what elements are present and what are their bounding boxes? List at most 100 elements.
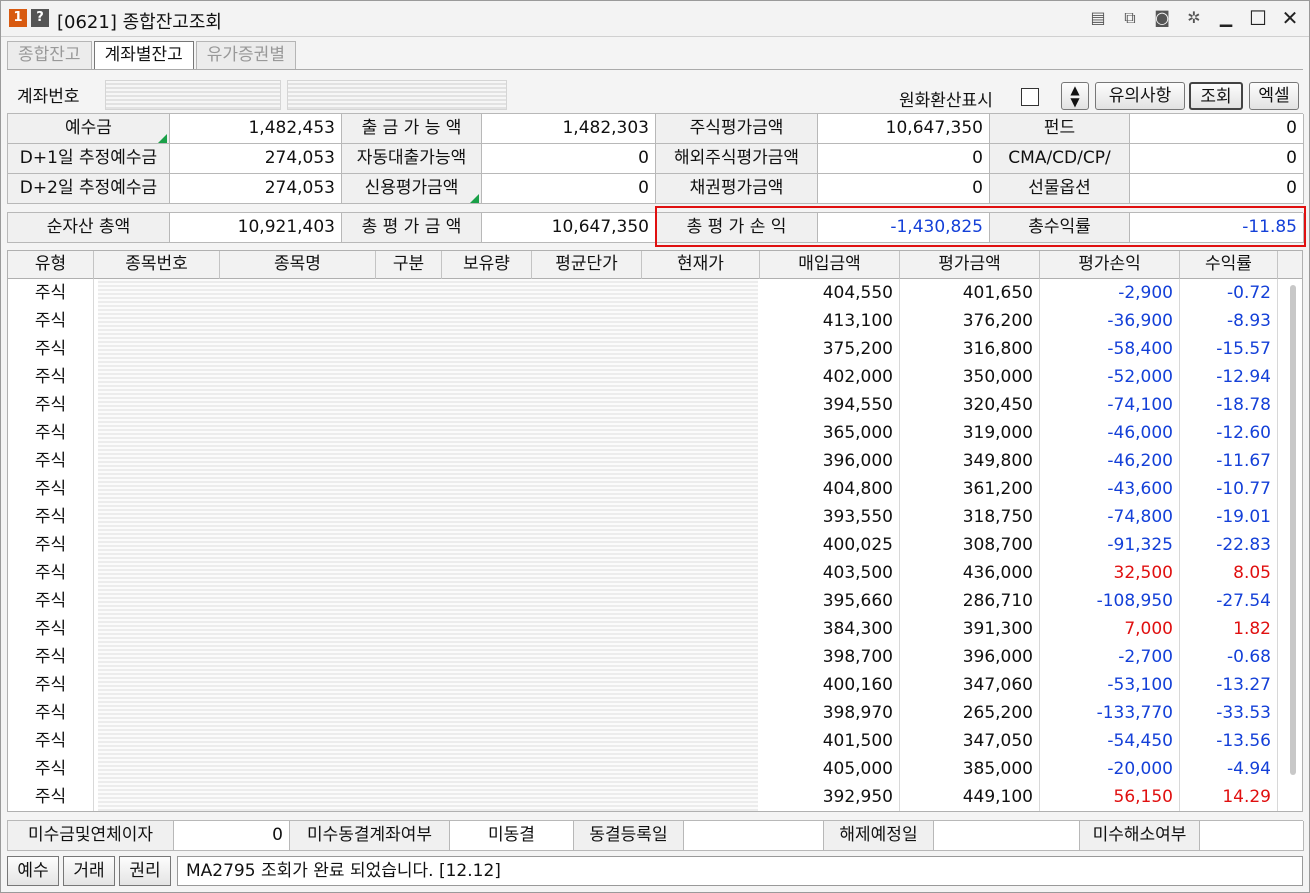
- deposit-button[interactable]: 예수: [7, 856, 59, 886]
- maximize-icon[interactable]: ☐: [1247, 7, 1269, 29]
- table-row[interactable]: 주식 404,800 361,200 -43,600 -10.77: [8, 475, 1278, 503]
- cell-type: 주식: [8, 727, 94, 755]
- table-row[interactable]: 주식 400,160 347,060 -53,100 -13.27: [8, 671, 1278, 699]
- table-row[interactable]: 주식 392,950 449,100 56,150 14.29: [8, 783, 1278, 811]
- table-row[interactable]: 주식 404,550 401,650 -2,900 -0.72: [8, 279, 1278, 307]
- holdings-header: 유형 종목번호 종목명 구분 보유량 평균단가 현재가 매입금액 평가금액 평가…: [8, 251, 1302, 279]
- table-row[interactable]: 주식 401,500 347,050 -54,450 -13.56: [8, 727, 1278, 755]
- excel-button[interactable]: 엑셀: [1249, 82, 1299, 110]
- deposit-detail-marker[interactable]: [158, 134, 167, 143]
- table-row[interactable]: 주식 384,300 391,300 7,000 1.82: [8, 615, 1278, 643]
- cell-pl: -74,100: [1040, 391, 1180, 419]
- cell-type: 주식: [8, 643, 94, 671]
- notice-button[interactable]: 유의사항: [1095, 82, 1185, 110]
- scroll-updown-button[interactable]: ▲ ▼: [1061, 82, 1089, 110]
- cell-buy-amount: 384,300: [760, 615, 900, 643]
- cell-eval-amount: 401,650: [900, 279, 1040, 307]
- cell-pl: -54,450: [1040, 727, 1180, 755]
- tab-account-balance[interactable]: 계좌별잔고: [93, 41, 194, 69]
- stock-eval-value: 10,647,350: [818, 114, 990, 144]
- title-bar[interactable]: 1 ? [0621] 종합잔고조회 ▤ ⧉ ◙ ✲ ▁ ☐ ✕: [1, 1, 1309, 37]
- cell-buy-amount: 398,970: [760, 699, 900, 727]
- table-scrollbar[interactable]: [1290, 285, 1296, 775]
- cell-eval-amount: 319,000: [900, 419, 1040, 447]
- tab-total-balance[interactable]: 종합잔고: [7, 41, 92, 69]
- cell-pl: -36,900: [1040, 307, 1180, 335]
- screen-number-badge[interactable]: 1: [9, 9, 27, 27]
- cell-pl: -43,600: [1040, 475, 1180, 503]
- query-button[interactable]: 조회: [1189, 82, 1243, 110]
- col-code[interactable]: 종목번호: [94, 251, 220, 279]
- table-row[interactable]: 주식 405,000 385,000 -20,000 -4.94: [8, 755, 1278, 783]
- trade-button[interactable]: 거래: [63, 856, 115, 886]
- cell-return: -12.94: [1180, 363, 1278, 391]
- cma-value: 0: [1130, 144, 1304, 174]
- cell-eval-amount: 347,060: [900, 671, 1040, 699]
- close-icon[interactable]: ✕: [1279, 7, 1301, 29]
- table-row[interactable]: 주식 375,200 316,800 -58,400 -15.57: [8, 335, 1278, 363]
- gear-icon[interactable]: ✲: [1183, 7, 1205, 29]
- cell-type: 주식: [8, 391, 94, 419]
- camera-icon[interactable]: ◙: [1151, 7, 1173, 29]
- cell-pl: -20,000: [1040, 755, 1180, 783]
- bond-eval-value: 0: [818, 174, 990, 204]
- cell-buy-amount: 404,800: [760, 475, 900, 503]
- cell-eval-amount: 265,200: [900, 699, 1040, 727]
- cell-buy-amount: 405,000: [760, 755, 900, 783]
- table-row[interactable]: 주식 394,550 320,450 -74,100 -18.78: [8, 391, 1278, 419]
- account-name-field[interactable]: [287, 80, 507, 110]
- col-current-price[interactable]: 현재가: [642, 251, 760, 279]
- col-category[interactable]: 구분: [376, 251, 442, 279]
- col-return[interactable]: 수익률: [1180, 251, 1278, 279]
- cell-buy-amount: 393,550: [760, 503, 900, 531]
- futures-value: 0: [1130, 174, 1304, 204]
- cell-pl: -2,900: [1040, 279, 1180, 307]
- table-row[interactable]: 주식 365,000 319,000 -46,000 -12.60: [8, 419, 1278, 447]
- table-row[interactable]: 주식 395,660 286,710 -108,950 -27.54: [8, 587, 1278, 615]
- cell-type: 주식: [8, 279, 94, 307]
- table-row[interactable]: 주식 398,970 265,200 -133,770 -33.53: [8, 699, 1278, 727]
- col-type[interactable]: 유형: [8, 251, 94, 279]
- table-row[interactable]: 주식 402,000 350,000 -52,000 -12.94: [8, 363, 1278, 391]
- cell-eval-amount: 376,200: [900, 307, 1040, 335]
- cell-return: -13.27: [1180, 671, 1278, 699]
- deposit-label: 예수금: [8, 114, 170, 144]
- rights-button[interactable]: 권리: [119, 856, 171, 886]
- table-row[interactable]: 주식 396,000 349,800 -46,200 -11.67: [8, 447, 1278, 475]
- cell-return: -15.57: [1180, 335, 1278, 363]
- help-icon[interactable]: ?: [31, 9, 49, 27]
- total-eval-value: 10,647,350: [482, 213, 656, 243]
- minimize-icon[interactable]: ▁: [1215, 7, 1237, 29]
- freeze-status-value: 미동결: [450, 821, 574, 851]
- memo-icon[interactable]: ▤: [1087, 7, 1109, 29]
- net-assets-label: 순자산 총액: [8, 213, 170, 243]
- copy-icon[interactable]: ⧉: [1119, 7, 1141, 29]
- cell-type: 주식: [8, 503, 94, 531]
- tab-securities[interactable]: 유가증권별: [195, 41, 296, 69]
- cell-eval-amount: 316,800: [900, 335, 1040, 363]
- col-quantity[interactable]: 보유량: [442, 251, 532, 279]
- account-row: 계좌번호 원화환산표시 ▲ ▼ 유의사항 조회 엑셀: [7, 76, 1303, 112]
- fx-display-checkbox[interactable]: [1021, 88, 1039, 106]
- cell-pl: -74,800: [1040, 503, 1180, 531]
- table-row[interactable]: 주식 413,100 376,200 -36,900 -8.93: [8, 307, 1278, 335]
- highlight-box: [655, 206, 1306, 247]
- col-eval-amount[interactable]: 평가금액: [900, 251, 1040, 279]
- account-balance-panel: 계좌번호 원화환산표시 ▲ ▼ 유의사항 조회 엑셀 예수금 1,482,453 …: [7, 69, 1306, 887]
- cell-eval-amount: 396,000: [900, 643, 1040, 671]
- col-avg-price[interactable]: 평균단가: [532, 251, 642, 279]
- credit-detail-marker[interactable]: [470, 194, 479, 203]
- holdings-table[interactable]: 유형 종목번호 종목명 구분 보유량 평균단가 현재가 매입금액 평가금액 평가…: [7, 250, 1303, 812]
- col-name[interactable]: 종목명: [220, 251, 376, 279]
- cell-return: -12.60: [1180, 419, 1278, 447]
- table-row[interactable]: 주식 398,700 396,000 -2,700 -0.68: [8, 643, 1278, 671]
- cell-return: -33.53: [1180, 699, 1278, 727]
- table-row[interactable]: 주식 400,025 308,700 -91,325 -22.83: [8, 531, 1278, 559]
- table-row[interactable]: 주식 393,550 318,750 -74,800 -19.01: [8, 503, 1278, 531]
- account-number-input[interactable]: [105, 80, 281, 110]
- col-pl[interactable]: 평가손익: [1040, 251, 1180, 279]
- freeze-date-value: [684, 821, 824, 851]
- table-row[interactable]: 주식 403,500 436,000 32,500 8.05: [8, 559, 1278, 587]
- cell-return: -10.77: [1180, 475, 1278, 503]
- col-buy-amount[interactable]: 매입금액: [760, 251, 900, 279]
